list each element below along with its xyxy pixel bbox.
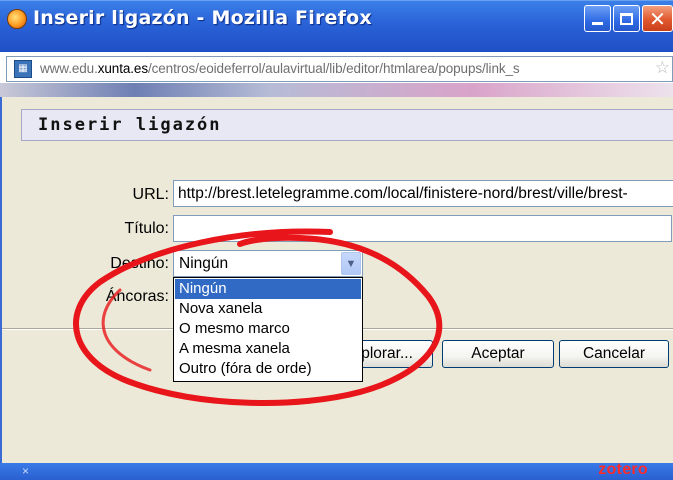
url-input[interactable]: http://brest.letelegramme.com/local/fini… [173, 180, 673, 207]
site-identity-icon[interactable]: ▦ [14, 60, 32, 78]
status-close-icon[interactable]: × [22, 464, 29, 478]
target-label: Destino: [110, 255, 169, 272]
dialog-heading: Inserir ligazón [38, 115, 222, 135]
url-path: /centros/eoideferrol/aulavirtual/lib/edi… [147, 61, 520, 76]
dropdown-option[interactable]: Outro (fóra de orde) [175, 359, 361, 379]
address-bar[interactable]: ▦ www.edu.xunta.es/centros/eoideferrol/a… [6, 56, 673, 82]
target-selected-value: Ningún [179, 255, 229, 272]
title-input[interactable] [173, 215, 672, 242]
address-url: www.edu.xunta.es/centros/eoideferrol/aul… [40, 61, 520, 76]
dropdown-option[interactable]: O mesmo marco [175, 319, 361, 339]
status-bar: × zotero [0, 461, 673, 480]
maximize-button[interactable] [613, 5, 640, 32]
maximize-icon [620, 12, 633, 25]
target-dropdown-list[interactable]: Ningún Nova xanela O mesmo marco A mesma… [173, 277, 363, 382]
firefox-icon [7, 9, 27, 29]
background-wallpaper [0, 83, 673, 97]
minimize-icon [592, 22, 603, 25]
close-button[interactable]: ✕ [642, 5, 673, 32]
dropdown-option[interactable]: A mesma xanela [175, 339, 361, 359]
url-label: URL: [132, 186, 169, 203]
url-prefix: www.edu. [40, 61, 98, 76]
close-icon: ✕ [649, 6, 666, 31]
browse-button[interactable]: Explorar... [363, 340, 433, 368]
cancel-button[interactable]: Cancelar [559, 340, 669, 368]
dialog-header: Inserir ligazón [21, 109, 673, 141]
minimize-button[interactable] [584, 5, 611, 32]
chevron-down-icon[interactable]: ▼ [341, 252, 361, 275]
bookmark-star-icon[interactable]: ☆ [655, 58, 670, 78]
dialog-content: Inserir ligazón URL: http://brest.letele… [0, 97, 673, 463]
zotero-icon[interactable]: zotero [598, 461, 648, 479]
url-input-value: http://brest.letelegramme.com/local/fini… [178, 185, 628, 202]
dropdown-option[interactable]: Nova xanela [175, 299, 361, 319]
title-bar[interactable]: Inserir ligazón - Mozilla Firefox ✕ [0, 0, 673, 52]
target-select[interactable]: Ningún ▼ [173, 250, 363, 277]
ok-button[interactable]: Aceptar [442, 340, 554, 368]
anchors-label: Áncoras: [105, 288, 169, 305]
title-label: Título: [124, 220, 169, 237]
browse-button-clip: Explorar... [363, 340, 433, 368]
window-title: Inserir ligazón - Mozilla Firefox [33, 7, 372, 29]
dropdown-option[interactable]: Ningún [175, 279, 361, 299]
url-domain: xunta.es [97, 61, 148, 76]
